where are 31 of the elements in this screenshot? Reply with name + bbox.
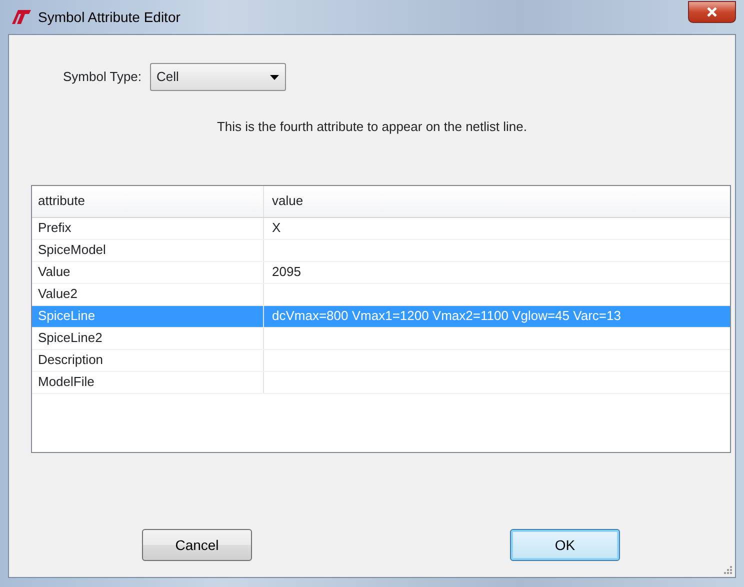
attribute-cell-text: SpiceLine	[38, 307, 96, 326]
dropdown-value: Cell	[156, 68, 179, 86]
value-cell-text: X	[272, 219, 281, 238]
close-icon	[707, 7, 717, 17]
attribute-cell-text: SpiceModel	[38, 241, 106, 260]
attribute-cell-text: Value2	[38, 285, 78, 304]
attribute-cell-text: ModelFile	[38, 373, 94, 392]
resize-grip-icon[interactable]	[723, 565, 733, 575]
symbol-type-label: Symbol Type:	[63, 68, 142, 86]
app-logo-icon	[10, 9, 32, 25]
ok-button[interactable]: OK	[510, 529, 620, 561]
cancel-button[interactable]: Cancel	[142, 529, 252, 561]
value-cell-text: 2095	[272, 263, 301, 282]
table-row[interactable]: SpiceLine2	[32, 328, 730, 350]
caret-icon	[270, 74, 279, 80]
description-text: This is the fourth attribute to appear on the netlist line.	[216, 119, 527, 134]
attribute-cell-text: Value	[38, 263, 70, 282]
close-button[interactable]	[688, 1, 736, 23]
table-row[interactable]: ModelFile	[32, 372, 730, 394]
window-title: Symbol Attribute Editor	[38, 8, 180, 27]
column-header[interactable]: value	[272, 191, 304, 211]
table-row[interactable]: Value 2095	[32, 262, 730, 284]
attribute-cell-text: Description	[38, 351, 104, 370]
table-row[interactable]: Description	[32, 350, 730, 372]
value-cell-text: dcVmax=800 Vmax1=1200 Vmax2=1100 Vglow=45 Varc=13	[272, 307, 621, 326]
table-row[interactable]: Prefix X	[32, 218, 730, 240]
table-row[interactable]: SpiceModel	[32, 240, 730, 262]
attribute-cell-text: Prefix	[38, 219, 72, 238]
symbol-type-dropdown[interactable]: Cell	[150, 63, 286, 91]
attribute-cell-text: SpiceLine2	[38, 329, 102, 348]
column-header[interactable]: attribute	[38, 191, 85, 211]
